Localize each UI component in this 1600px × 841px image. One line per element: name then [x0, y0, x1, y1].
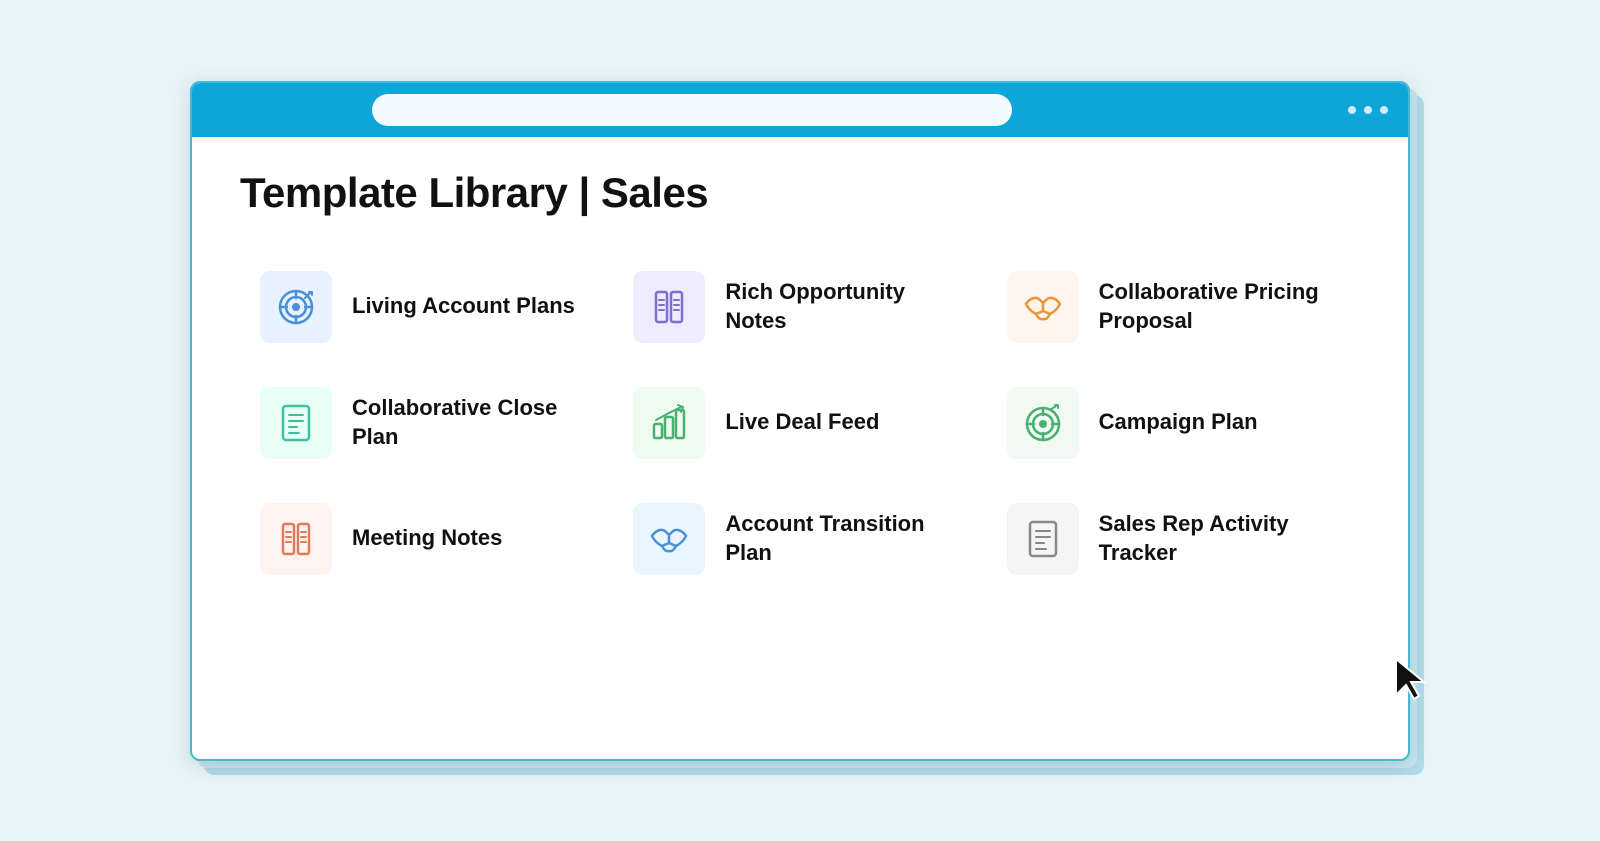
template-label-collaborative-close-plan: Collaborative Close Plan: [352, 394, 593, 451]
template-label-living-account-plans: Living Account Plans: [352, 292, 575, 321]
browser-container: Template Library | Sales Living Account …: [190, 81, 1410, 761]
browser-toolbar: [192, 83, 1408, 137]
page-title: Template Library | Sales: [240, 169, 1360, 217]
template-item-account-transition-plan[interactable]: Account Transition Plan: [613, 485, 986, 593]
template-item-campaign-plan[interactable]: Campaign Plan: [987, 369, 1360, 477]
template-icon-rich-opportunity-notes: [633, 271, 705, 343]
template-item-collaborative-close-plan[interactable]: Collaborative Close Plan: [240, 369, 613, 477]
template-label-collaborative-pricing-proposal: Collaborative Pricing Proposal: [1099, 278, 1340, 335]
template-icon-living-account-plans: [260, 271, 332, 343]
template-icon-live-deal-feed: [633, 387, 705, 459]
browser-window: Template Library | Sales Living Account …: [190, 81, 1410, 761]
template-item-sales-rep-activity-tracker[interactable]: Sales Rep Activity Tracker: [987, 485, 1360, 593]
template-icon-campaign-plan: [1007, 387, 1079, 459]
template-item-live-deal-feed[interactable]: Live Deal Feed: [613, 369, 986, 477]
template-label-live-deal-feed: Live Deal Feed: [725, 408, 879, 437]
template-item-meeting-notes[interactable]: Meeting Notes: [240, 485, 613, 593]
template-icon-collaborative-close-plan: [260, 387, 332, 459]
template-label-account-transition-plan: Account Transition Plan: [725, 510, 966, 567]
template-label-rich-opportunity-notes: Rich Opportunity Notes: [725, 278, 966, 335]
template-label-meeting-notes: Meeting Notes: [352, 524, 502, 553]
template-grid: Living Account Plans Rich Opportunity No…: [240, 253, 1360, 593]
toolbar-dot-2: [1364, 106, 1372, 114]
browser-content: Template Library | Sales Living Account …: [192, 137, 1408, 625]
toolbar-dot-1: [1348, 106, 1356, 114]
template-icon-meeting-notes: [260, 503, 332, 575]
cursor-icon: [1394, 657, 1430, 701]
template-item-rich-opportunity-notes[interactable]: Rich Opportunity Notes: [613, 253, 986, 361]
toolbar-dot-3: [1380, 106, 1388, 114]
template-icon-sales-rep-activity-tracker: [1007, 503, 1079, 575]
template-label-sales-rep-activity-tracker: Sales Rep Activity Tracker: [1099, 510, 1340, 567]
template-item-collaborative-pricing-proposal[interactable]: Collaborative Pricing Proposal: [987, 253, 1360, 361]
template-label-campaign-plan: Campaign Plan: [1099, 408, 1258, 437]
template-icon-account-transition-plan: [633, 503, 705, 575]
toolbar-dots: [1348, 106, 1388, 114]
template-icon-collaborative-pricing-proposal: [1007, 271, 1079, 343]
template-item-living-account-plans[interactable]: Living Account Plans: [240, 253, 613, 361]
address-bar[interactable]: [372, 94, 1012, 126]
